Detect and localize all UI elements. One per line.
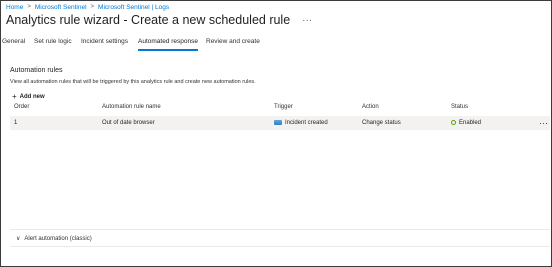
breadcrumb-chevron-icon: >	[90, 4, 95, 10]
tab-automated-response[interactable]: Automated response	[138, 38, 198, 51]
tab-set-rule-logic[interactable]: Set rule logic	[34, 38, 72, 45]
chevron-down-icon: ∨	[16, 236, 21, 242]
divider	[10, 229, 550, 230]
tab-general[interactable]: General	[2, 38, 25, 45]
table-row[interactable]: 1 Out of date browser Incident created C…	[10, 116, 550, 130]
column-header-name[interactable]: Automation rule name	[102, 104, 161, 110]
cell-status: Enabled	[451, 120, 481, 126]
alert-automation-label: Alert automation (classic)	[24, 235, 92, 242]
column-header-status[interactable]: Status	[451, 104, 468, 110]
enabled-status-icon	[451, 120, 456, 125]
row-more-icon[interactable]: ···	[539, 118, 548, 128]
plus-icon: +	[12, 92, 17, 101]
status-label: Enabled	[459, 120, 482, 127]
section-title: Automation rules	[10, 67, 63, 74]
breadcrumb-chevron-icon: >	[27, 4, 31, 10]
alert-automation-expander[interactable]: ∨ Alert automation (classic)	[16, 235, 92, 243]
tab-review-and-create[interactable]: Review and create	[206, 38, 260, 45]
incident-icon	[274, 120, 282, 125]
column-header-order[interactable]: Order	[14, 104, 29, 110]
table-header: Order Automation rule name Trigger Actio…	[10, 104, 550, 113]
title-row: Analytics rule wizard - Create a new sch…	[6, 11, 312, 29]
breadcrumb-sentinel[interactable]: Microsoft Sentinel	[35, 4, 87, 11]
breadcrumb-sentinel-logs[interactable]: Microsoft Sentinel | Logs	[98, 4, 169, 11]
tab-incident-settings[interactable]: Incident settings	[81, 38, 128, 45]
ellipsis-icon[interactable]: ···	[302, 15, 312, 26]
cell-order: 1	[14, 120, 18, 126]
cell-trigger: Incident created	[274, 120, 328, 126]
cell-action: Change status	[362, 120, 401, 126]
column-header-trigger[interactable]: Trigger	[274, 104, 293, 110]
section-description: View all automation rules that will be t…	[10, 79, 256, 85]
cell-rule-name: Out of date browser	[102, 120, 155, 126]
add-new-label: Add new	[19, 93, 45, 100]
divider	[10, 246, 550, 247]
column-header-action[interactable]: Action	[362, 104, 379, 110]
breadcrumb-home[interactable]: Home	[6, 4, 23, 11]
page-title: Analytics rule wizard - Create a new sch…	[6, 13, 291, 27]
trigger-label: Incident created	[285, 120, 328, 127]
add-new-button[interactable]: + Add new	[12, 92, 45, 101]
